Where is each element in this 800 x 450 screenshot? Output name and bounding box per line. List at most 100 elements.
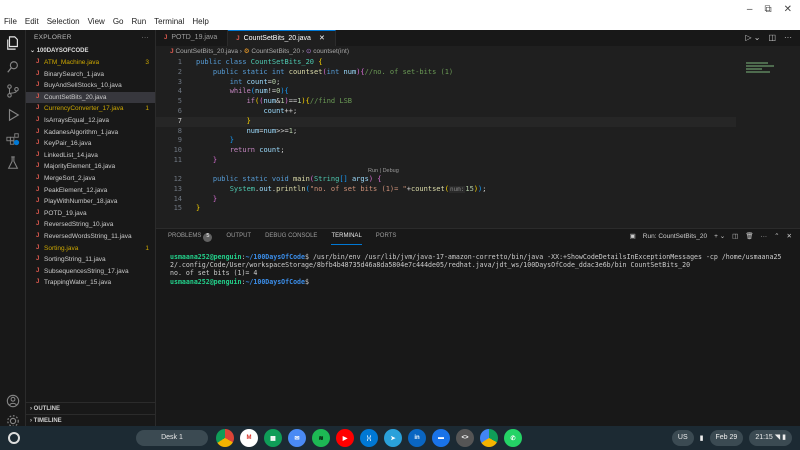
problem-count-badge: 1 xyxy=(145,105,149,113)
menu-view[interactable]: View xyxy=(84,16,109,28)
file-item[interactable]: J ReversedString_10.java xyxy=(26,219,155,231)
breadcrumb-class[interactable]: CountSetBits_20 xyxy=(251,48,300,55)
drive-icon[interactable] xyxy=(480,429,498,447)
file-item[interactable]: J KeyPair_16.java xyxy=(26,138,155,150)
file-item[interactable]: J SortingString_11.java xyxy=(26,254,155,266)
menu-file[interactable]: File xyxy=(0,16,21,28)
spotify-icon[interactable]: ≋ xyxy=(312,429,330,447)
maximize-panel-icon[interactable]: ⌃ xyxy=(774,232,779,240)
search-icon[interactable] xyxy=(6,60,20,74)
file-item[interactable]: J KadanesAlgorithm_1.java xyxy=(26,127,155,139)
file-item[interactable]: J MajorityElement_16.java xyxy=(26,161,155,173)
file-item[interactable]: J ReversedWordsString_11.java xyxy=(26,231,155,243)
code-line-4: 4 while(num!=0){ xyxy=(177,87,289,96)
linkedin-icon[interactable]: in xyxy=(408,429,426,447)
method-icon: ⊙ xyxy=(305,48,312,55)
terminal-name[interactable]: Run: CountSetBits_20 xyxy=(643,233,707,240)
file-item[interactable]: J PeakElement_12.java xyxy=(26,185,155,197)
mail-icon[interactable]: ✉ xyxy=(288,429,306,447)
file-name: CurrencyConverter_17.java xyxy=(44,105,124,113)
files-app-icon[interactable]: ▬ xyxy=(432,429,450,447)
file-item[interactable]: J IsArraysEqual_12.java xyxy=(26,115,155,127)
file-item[interactable]: J MergeSort_2.java xyxy=(26,173,155,185)
outline-section[interactable]: › OUTLINE xyxy=(26,402,156,414)
tab-problems[interactable]: PROBLEMS 5 xyxy=(168,233,213,245)
menu-edit[interactable]: Edit xyxy=(21,16,43,28)
workspace-folder[interactable]: ⌄ 100DAYSOFCODE xyxy=(26,46,155,57)
terminal-output[interactable]: usmaana252@penguin:~/100DaysOfCode$ /usr… xyxy=(170,253,792,286)
run-debug-codelens[interactable]: Run | Debug xyxy=(368,168,399,174)
date-display[interactable]: Feb 29 xyxy=(709,430,744,446)
account-icon[interactable] xyxy=(6,394,20,408)
minimize-button[interactable]: – xyxy=(747,4,753,15)
system-tray: US ▮ Feb 29 21:15 ◥ ▮ xyxy=(671,430,792,446)
whatsapp-icon[interactable]: ✆ xyxy=(504,429,522,447)
keyboard-language[interactable]: US xyxy=(671,430,694,446)
vscode-icon[interactable]: ⟩⟨ xyxy=(360,429,378,447)
file-item[interactable]: J CountSetBits_20.java xyxy=(26,91,155,104)
tote-icon[interactable]: ▮ xyxy=(700,434,704,442)
tab-terminal[interactable]: TERMINAL xyxy=(331,233,362,245)
chrome-icon[interactable] xyxy=(216,429,234,447)
sheets-icon[interactable]: ▦ xyxy=(264,429,282,447)
trash-icon[interactable]: 🗑 xyxy=(745,232,753,240)
tab-close-icon[interactable]: ✕ xyxy=(319,31,325,47)
testing-icon[interactable] xyxy=(6,156,20,170)
run-icon[interactable]: ▷ ⌄ xyxy=(745,33,760,42)
menu-selection[interactable]: Selection xyxy=(43,16,84,28)
java-file-icon: J xyxy=(36,186,40,193)
split-terminal-icon[interactable]: ◫ xyxy=(732,232,738,240)
file-item[interactable]: J BinarySearch_1.java xyxy=(26,69,155,81)
minimap[interactable] xyxy=(746,62,776,82)
launcher-icon[interactable] xyxy=(8,432,20,444)
file-item[interactable]: J POTD_19.java xyxy=(26,208,155,220)
extensions-icon[interactable] xyxy=(6,132,20,146)
telegram-icon[interactable]: ➤ xyxy=(384,429,402,447)
menu-run[interactable]: Run xyxy=(127,16,150,28)
file-name: ReversedString_10.java xyxy=(44,221,114,229)
file-item[interactable]: J BuyAndSellStocks_10.java xyxy=(26,80,155,92)
breadcrumb-file[interactable]: CountSetBits_20.java xyxy=(175,48,238,55)
tab-potd[interactable]: J POTD_19.java xyxy=(156,30,229,46)
java-file-icon: J xyxy=(170,48,174,55)
more-actions-icon[interactable]: ··· xyxy=(761,233,768,240)
more-actions-icon[interactable]: ··· xyxy=(784,33,792,42)
files-icon[interactable] xyxy=(6,36,20,50)
java-file-icon: J xyxy=(36,209,40,216)
desk-switcher[interactable]: Desk 1 xyxy=(136,430,208,446)
file-item[interactable]: J Sorting.java 1 xyxy=(26,243,155,255)
file-item[interactable]: J SubsequencesString_17.java xyxy=(26,266,155,278)
youtube-icon[interactable]: ▶ xyxy=(336,429,354,447)
tab-label: POTD_19.java xyxy=(171,34,218,41)
new-terminal-icon[interactable]: + ⌄ xyxy=(714,232,725,240)
tab-debug-console[interactable]: DEBUG CONSOLE xyxy=(265,233,317,245)
java-file-icon: J xyxy=(36,163,40,170)
tab-output[interactable]: OUTPUT xyxy=(226,233,251,245)
source-control-icon[interactable] xyxy=(6,84,20,98)
java-file-icon: J xyxy=(36,267,40,274)
code-editor[interactable]: 💡 Run | Debug 1public class CountSetBits… xyxy=(156,58,800,228)
close-button[interactable]: ✕ xyxy=(784,4,792,15)
more-actions-icon[interactable]: ··· xyxy=(142,30,149,46)
timeline-section[interactable]: › TIMELINE xyxy=(26,414,156,426)
maximize-button[interactable]: ⧉ xyxy=(764,4,771,15)
file-item[interactable]: J CurrencyConverter_17.java 1 xyxy=(26,103,155,115)
file-item[interactable]: J PlayWithNumber_18.java xyxy=(26,196,155,208)
file-item[interactable]: J LinkedList_14.java xyxy=(26,150,155,162)
menu-go[interactable]: Go xyxy=(109,16,128,28)
breadcrumb-method[interactable]: countset(int) xyxy=(313,48,349,55)
tab-ports[interactable]: PORTS xyxy=(376,233,397,245)
tab-countsetbits[interactable]: J CountSetBits_20.java ✕ xyxy=(228,30,336,46)
close-panel-icon[interactable]: ✕ xyxy=(787,232,792,240)
status-area[interactable]: 21:15 ◥ ▮ xyxy=(749,430,792,446)
activity-bar xyxy=(0,30,26,427)
gmail-icon[interactable]: M xyxy=(240,429,258,447)
code-line-11: 11 } xyxy=(173,156,218,164)
file-item[interactable]: J TrappingWater_15.java xyxy=(26,277,155,289)
file-item[interactable]: J ATM_Machine.java 3 xyxy=(26,57,155,69)
menu-terminal[interactable]: Terminal xyxy=(150,16,188,28)
terminal-app-icon[interactable]: <> xyxy=(456,429,474,447)
menu-help[interactable]: Help xyxy=(188,16,212,28)
run-debug-icon[interactable] xyxy=(6,108,20,122)
split-editor-icon[interactable]: ◫ xyxy=(768,33,776,42)
